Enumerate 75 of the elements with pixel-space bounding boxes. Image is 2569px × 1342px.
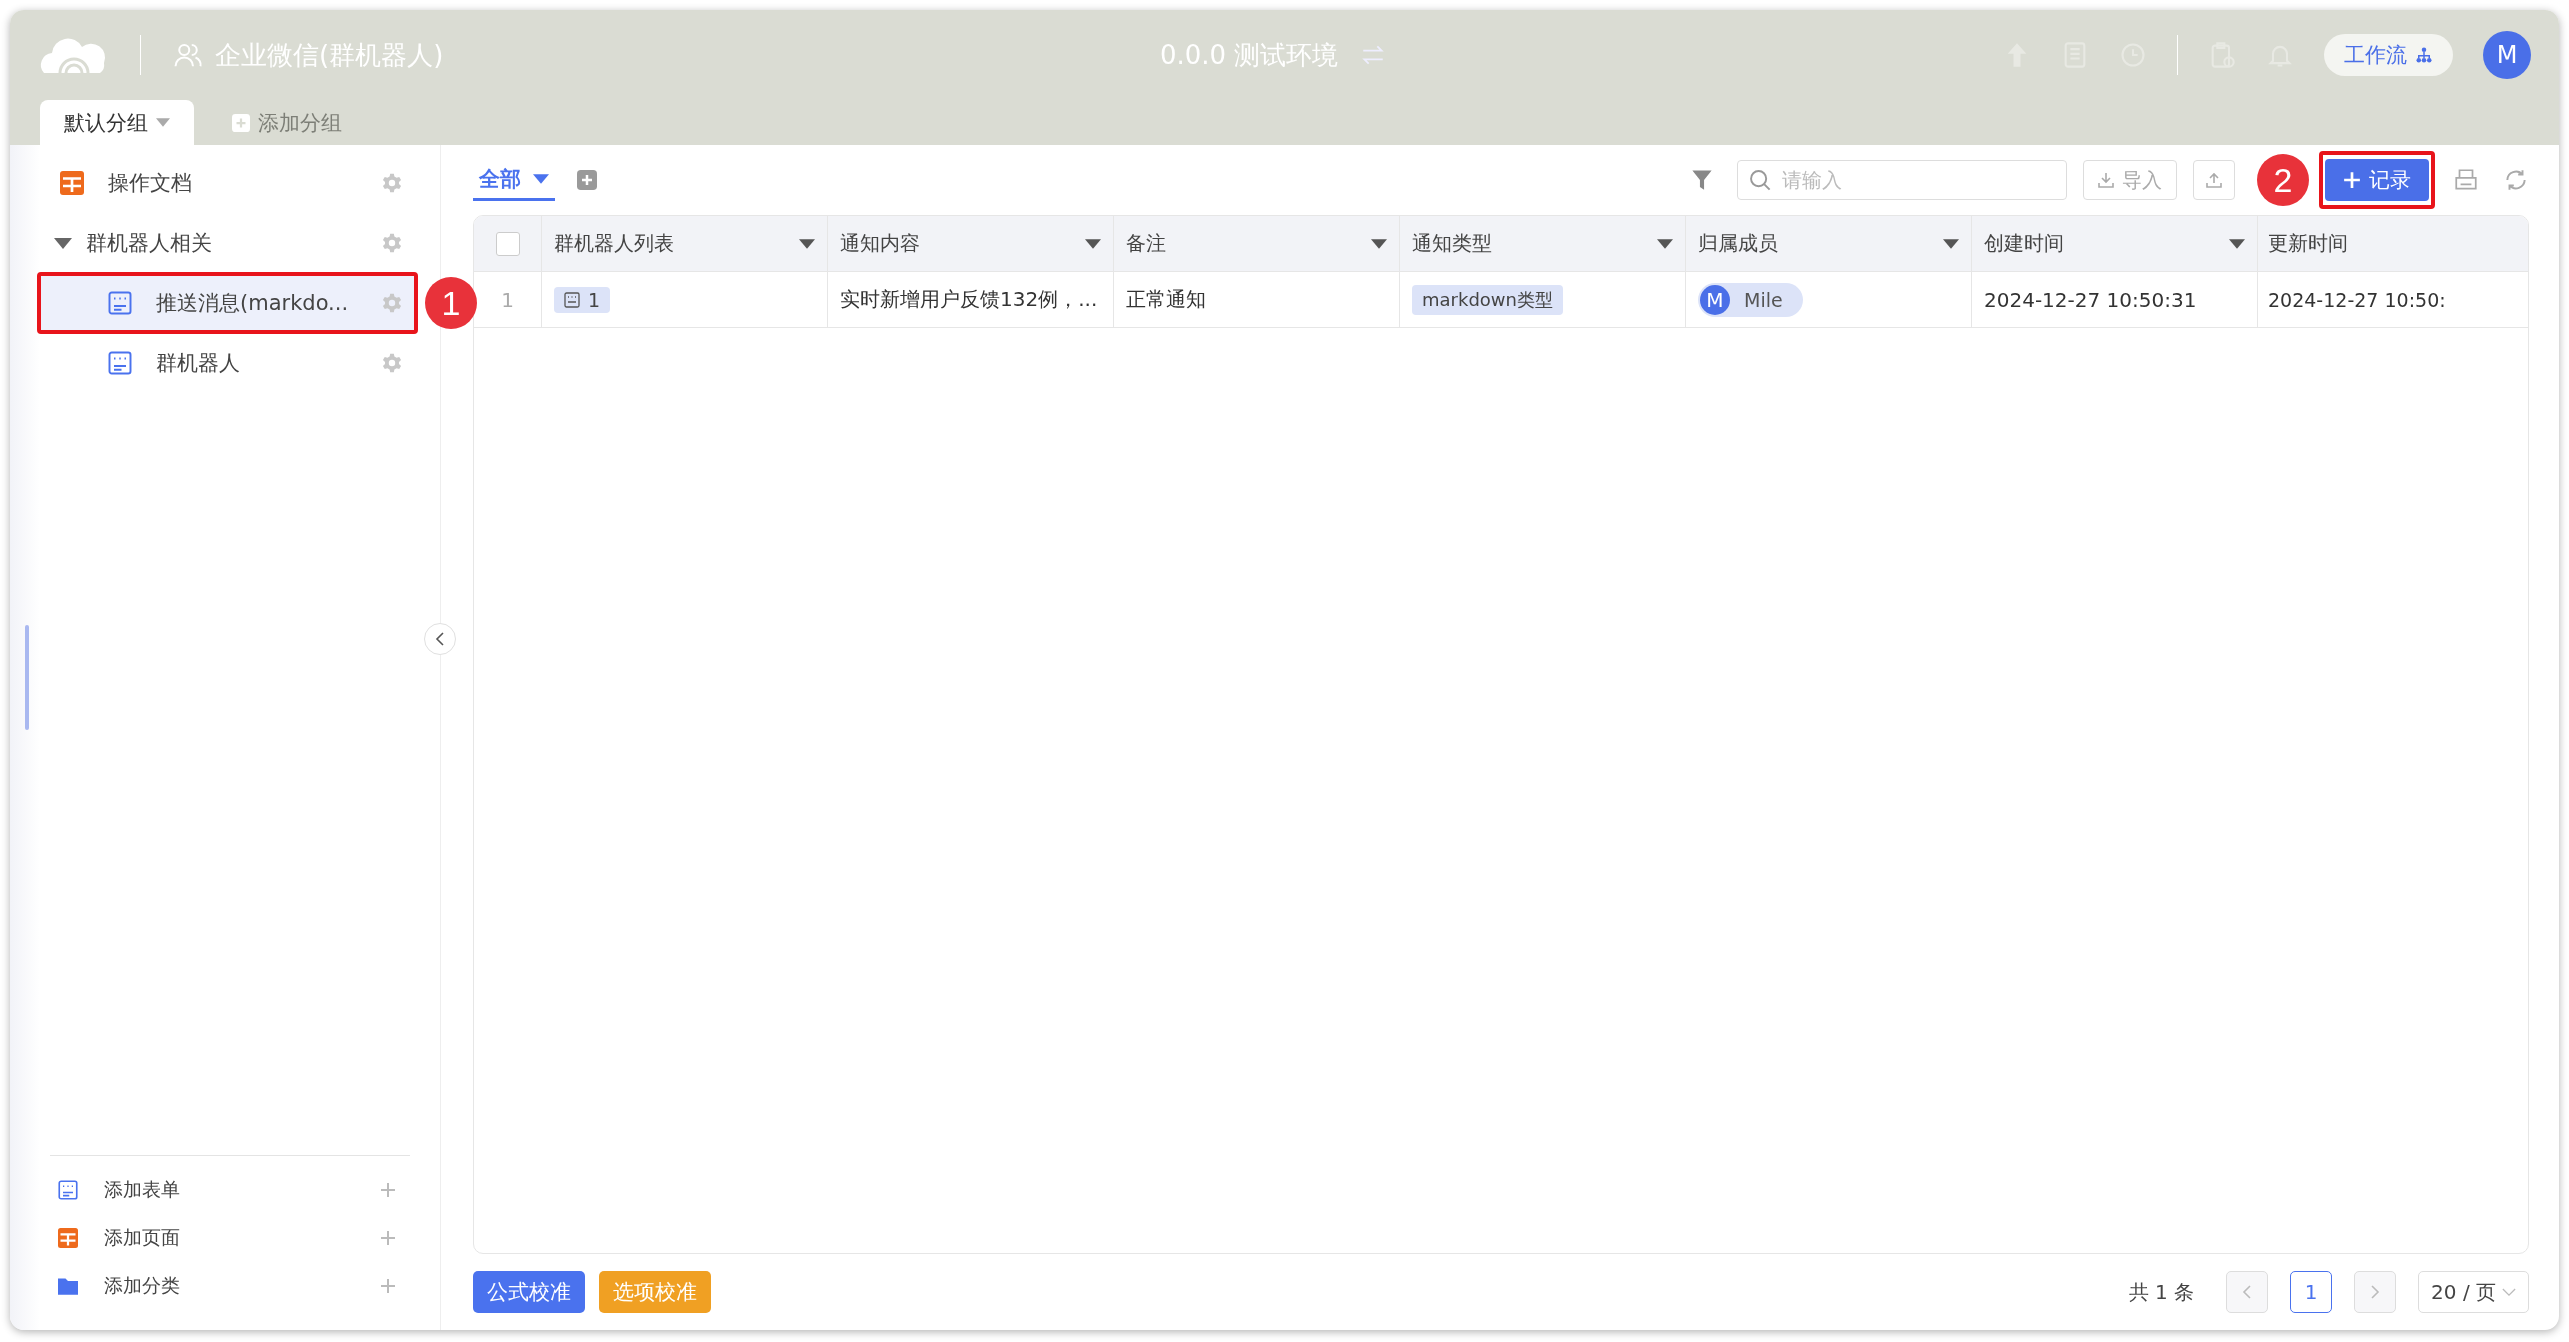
sidebar-item[interactable]: 操作文档 (40, 153, 415, 213)
printer-icon[interactable] (2453, 167, 2479, 193)
table-icon (58, 1228, 78, 1248)
workflow-button[interactable]: 工作流 (2324, 34, 2453, 76)
member-chip: M Mile (1698, 282, 1803, 317)
add-view-icon[interactable] (577, 170, 597, 190)
form-icon (108, 351, 132, 375)
type-tag: markdown类型 (1412, 284, 1563, 315)
previous-page-button[interactable] (2226, 1271, 2269, 1313)
upload-icon (2206, 172, 2222, 188)
page-button[interactable]: 1 (2290, 1271, 2333, 1313)
add-record-button[interactable]: 记录 (2325, 159, 2429, 201)
settings-icon[interactable] (381, 172, 403, 194)
column-header[interactable]: 更新时间 (2258, 216, 2528, 271)
chevron-down-icon (2502, 1287, 2516, 1297)
table-cell: 实时新增用户反馈132例，... (840, 286, 1098, 313)
drag-handle[interactable] (25, 625, 29, 730)
chevron-left-icon (435, 631, 445, 647)
plus-icon (2343, 171, 2361, 189)
view-tab[interactable]: 全部 (473, 159, 555, 201)
form-icon (108, 291, 132, 315)
caret-icon (1371, 238, 1387, 249)
plus-icon[interactable] (380, 1278, 396, 1294)
folder-icon (58, 1276, 78, 1296)
sidebar-action[interactable]: 添加分类 (50, 1262, 410, 1310)
caret-icon (2229, 238, 2245, 249)
caret-icon (1657, 238, 1673, 249)
table-cell: 2024-12-27 10:50:31 (1984, 287, 2197, 312)
plus-icon[interactable] (380, 1182, 396, 1198)
form-icon (564, 291, 580, 308)
caret-icon (1085, 238, 1101, 249)
column-header[interactable]: 备注 (1114, 216, 1400, 271)
table-cell: 2024-12-27 10:50: (2268, 288, 2446, 311)
sidebar-action[interactable]: 添加表单 (50, 1166, 410, 1214)
total-count: 共 1 条 (2128, 1278, 2195, 1306)
column-header[interactable]: 群机器人列表 (542, 216, 828, 271)
column-header[interactable]: 通知类型 (1400, 216, 1686, 271)
search-field[interactable]: 请输入 (1737, 160, 2067, 200)
column-header[interactable]: 归属成员 (1686, 216, 1972, 271)
collapse-button[interactable] (424, 623, 456, 655)
column-header[interactable]: 创建时间 (1972, 216, 2258, 271)
caret-icon (156, 118, 170, 127)
filter-icon[interactable] (1691, 169, 1713, 191)
settings-icon[interactable] (381, 352, 403, 374)
plus-icon[interactable] (380, 1230, 396, 1246)
record-link-chip[interactable]: 1 (554, 286, 611, 313)
sidebar-item[interactable]: 群机器人 (40, 333, 415, 393)
group-tab[interactable]: 默认分组 (40, 100, 194, 145)
plus-square-icon (232, 113, 250, 132)
annotation-badge: 2 (2257, 154, 2309, 206)
action-button[interactable]: 公式校准 (473, 1271, 585, 1313)
column-header[interactable]: 通知内容 (828, 216, 1114, 271)
table-icon (60, 171, 84, 195)
caret-icon (799, 238, 815, 249)
annotation-badge: 1 (425, 277, 477, 329)
sidebar-action[interactable]: 添加页面 (50, 1214, 410, 1262)
settings-icon[interactable] (381, 232, 403, 254)
settings-icon[interactable] (381, 292, 403, 314)
select-all-checkbox[interactable] (495, 231, 520, 256)
refresh-icon[interactable] (2503, 167, 2529, 193)
export-button[interactable] (2193, 160, 2235, 200)
row-number: 1 (501, 287, 514, 312)
download-icon (2098, 172, 2114, 188)
user-avatar[interactable]: M (2483, 31, 2531, 79)
org-chart-icon (2415, 46, 2433, 64)
page-size-select[interactable]: 20 / 页 (2418, 1271, 2529, 1313)
caret-icon (1943, 238, 1959, 249)
next-page-button[interactable] (2354, 1271, 2397, 1313)
sidebar-item[interactable]: 群机器人相关 (40, 213, 415, 273)
chevron-right-icon (2370, 1284, 2381, 1300)
chevron-left-icon (2242, 1284, 2253, 1300)
table-cell: 正常通知 (1126, 286, 1206, 313)
caret-icon (533, 173, 549, 184)
form-icon (58, 1180, 78, 1200)
search-icon (1749, 169, 1771, 191)
